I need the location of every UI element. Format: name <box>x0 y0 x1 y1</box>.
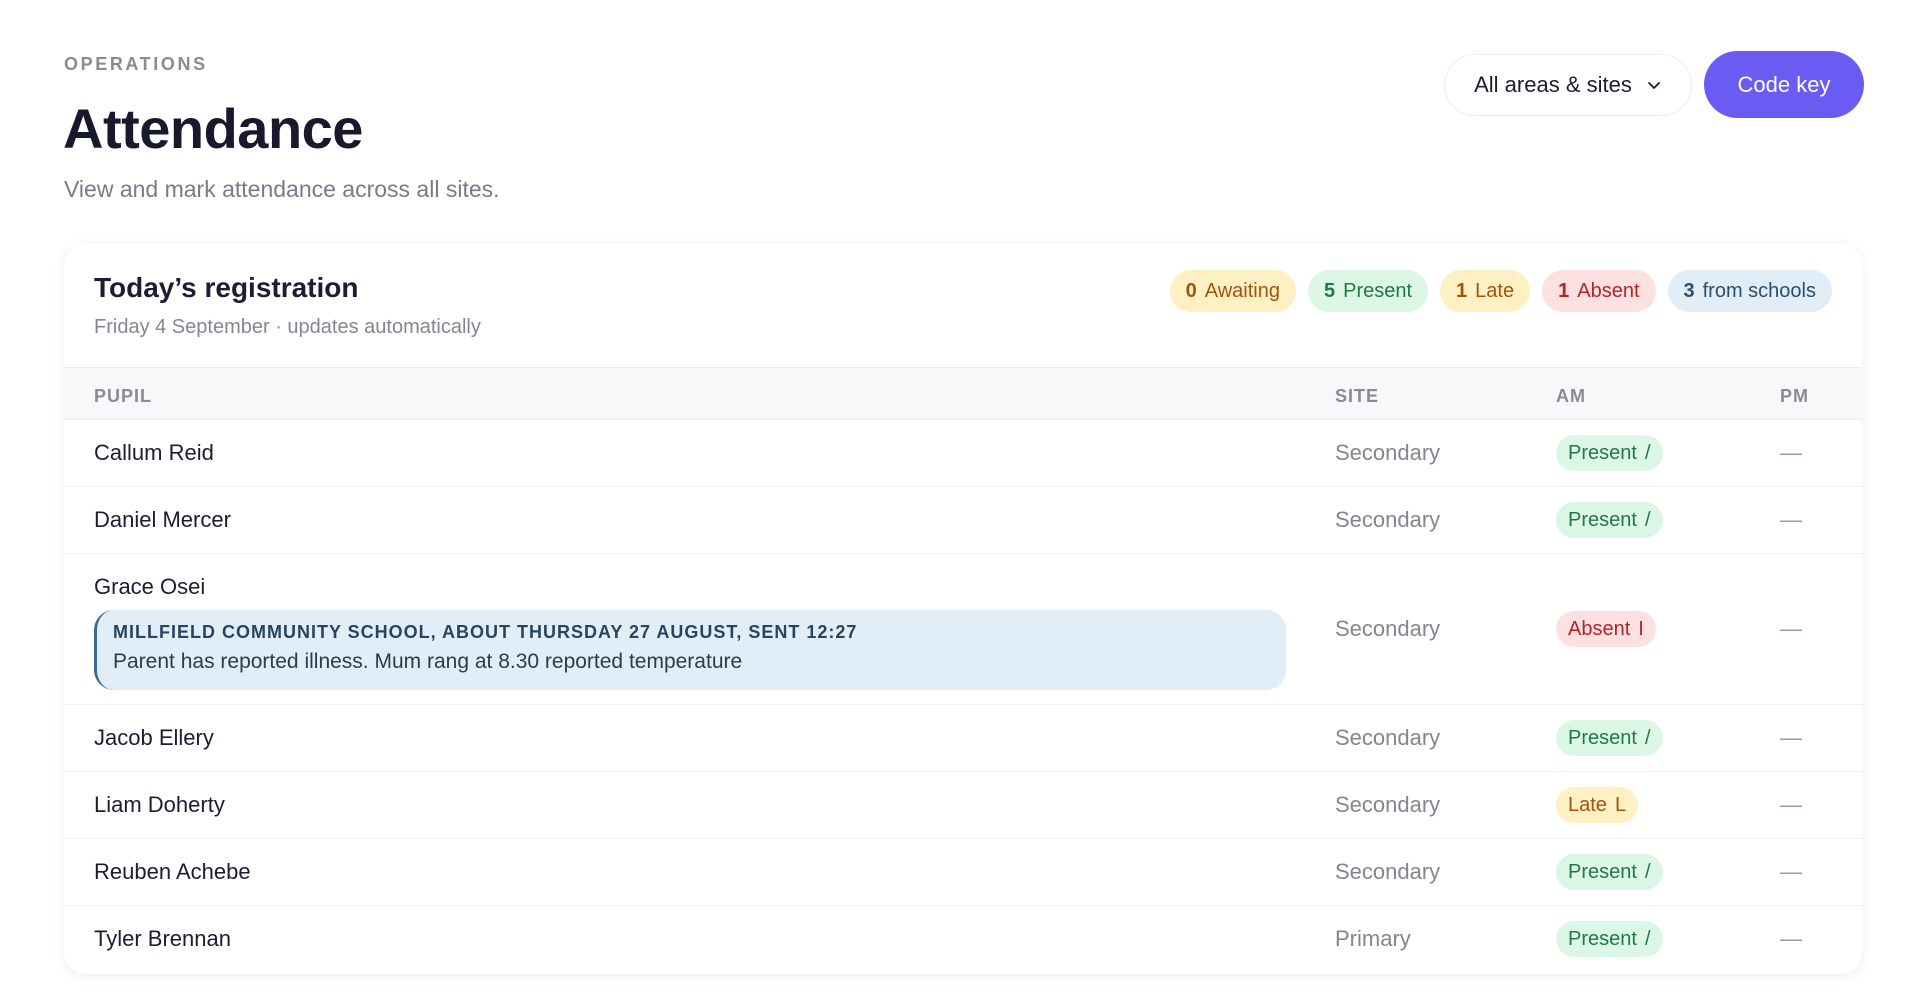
column-header-pupil: PUPIL <box>94 386 153 406</box>
badge-count: 5 <box>1323 279 1336 302</box>
school-message-note: MILLFIELD COMMUNITY SCHOOL, ABOUT THURSD… <box>94 610 1286 690</box>
column-header-am: AM <box>1556 386 1586 406</box>
am-status-code: / <box>1644 726 1651 749</box>
am-status-code: I <box>1638 617 1644 640</box>
am-status-pill[interactable]: Present / <box>1556 435 1663 471</box>
table-row[interactable]: Tyler Brennan Primary Present / — <box>64 905 1862 974</box>
badge-label: Awaiting <box>1204 279 1280 302</box>
table-row[interactable]: Grace Osei MILLFIELD COMMUNITY SCHOOL, A… <box>64 553 1862 704</box>
column-header-site: SITE <box>1335 386 1380 406</box>
badge-label: Late <box>1475 279 1515 302</box>
table-row[interactable]: Liam Doherty Secondary Late L — <box>64 771 1862 838</box>
am-status-code: L <box>1614 793 1627 816</box>
am-status-code: / <box>1644 508 1651 531</box>
pm-status[interactable]: — <box>1780 440 1802 466</box>
am-status-label: Late <box>1568 793 1607 816</box>
am-status-label: Present <box>1568 927 1637 950</box>
am-status-label: Present <box>1568 508 1637 531</box>
eyebrow: OPERATIONS <box>64 54 208 74</box>
am-status-pill[interactable]: Absent I <box>1556 611 1656 647</box>
badge-count: 0 <box>1185 279 1197 302</box>
am-status-pill[interactable]: Present / <box>1556 502 1663 538</box>
am-status-pill[interactable]: Present / <box>1556 720 1663 756</box>
site-name: Secondary <box>1335 859 1441 884</box>
am-status-pill[interactable]: Late L <box>1556 787 1639 823</box>
site-name: Secondary <box>1335 616 1441 641</box>
am-status-code: / <box>1644 860 1651 883</box>
page-title: Attendance <box>63 97 363 160</box>
badge-awaiting: 0 Awaiting <box>1169 270 1296 312</box>
table-row[interactable]: Reuben Achebe Secondary Present / — <box>64 838 1862 905</box>
pupil-name: Daniel Mercer <box>94 507 231 532</box>
summary-badges: 0 Awaiting 5 Present 1 Late 1 Absent 3 f… <box>1169 270 1832 312</box>
site-name: Secondary <box>1335 725 1441 750</box>
pupil-name: Callum Reid <box>94 440 214 465</box>
area-filter-dropdown[interactable]: All areas & sites <box>1444 54 1692 116</box>
am-status-pill[interactable]: Present / <box>1556 854 1663 890</box>
pm-status[interactable]: — <box>1780 792 1802 818</box>
am-status-code: / <box>1644 927 1651 950</box>
site-name: Primary <box>1335 926 1411 951</box>
badge-count: 1 <box>1456 279 1468 302</box>
am-status-pill[interactable]: Present / <box>1556 921 1663 957</box>
code-key-button[interactable]: Code key <box>1704 51 1864 118</box>
site-name: Secondary <box>1335 792 1441 817</box>
badge-label: Absent <box>1577 279 1640 302</box>
pupil-name: Tyler Brennan <box>94 926 231 951</box>
badge-absent: 1 Absent <box>1542 270 1656 312</box>
registration-card: Today’s registration Friday 4 September … <box>64 244 1862 974</box>
badge-label: Present <box>1343 279 1413 302</box>
am-status-label: Absent <box>1568 617 1631 640</box>
badge-present: 5 Present <box>1307 270 1429 312</box>
badge-count: 3 <box>1683 279 1695 302</box>
pm-status[interactable]: — <box>1780 507 1802 533</box>
pm-status[interactable]: — <box>1780 616 1802 642</box>
am-status-label: Present <box>1568 441 1637 464</box>
badge-count: 1 <box>1558 279 1570 302</box>
badge-late: 1 Late <box>1440 270 1531 312</box>
note-body: Parent has reported illness. Mum rang at… <box>113 650 743 673</box>
pupil-name: Jacob Ellery <box>94 725 214 750</box>
table-row[interactable]: Jacob Ellery Secondary Present / — <box>64 704 1862 771</box>
page-subtitle: View and mark attendance across all site… <box>64 176 500 202</box>
pupil-name: Reuben Achebe <box>94 859 251 884</box>
site-name: Secondary <box>1335 507 1441 532</box>
pm-status[interactable]: — <box>1780 926 1802 952</box>
badge-label: from schools <box>1702 279 1816 302</box>
chevron-down-icon <box>1647 82 1660 89</box>
am-status-label: Present <box>1568 860 1637 883</box>
pupil-name: Liam Doherty <box>94 792 225 817</box>
site-name: Secondary <box>1335 440 1441 465</box>
badge-from-schools: 3 from schools <box>1667 270 1832 312</box>
table-header: PUPIL SITE AM PM <box>64 367 1862 419</box>
card-subtitle: Friday 4 September · updates automatical… <box>94 316 481 338</box>
area-filter-label: All areas & sites <box>1474 72 1632 97</box>
pm-status[interactable]: — <box>1780 725 1802 751</box>
pupil-name: Grace Osei <box>94 574 206 599</box>
card-title: Today’s registration <box>94 272 359 303</box>
table-row[interactable]: Callum Reid Secondary Present / — <box>64 419 1862 486</box>
am-status-label: Present <box>1568 726 1637 749</box>
column-header-pm: PM <box>1780 386 1809 406</box>
pm-status[interactable]: — <box>1780 859 1802 885</box>
table-row[interactable]: Daniel Mercer Secondary Present / — <box>64 486 1862 553</box>
am-status-code: / <box>1644 441 1651 464</box>
note-header: MILLFIELD COMMUNITY SCHOOL, ABOUT THURSD… <box>113 622 858 642</box>
